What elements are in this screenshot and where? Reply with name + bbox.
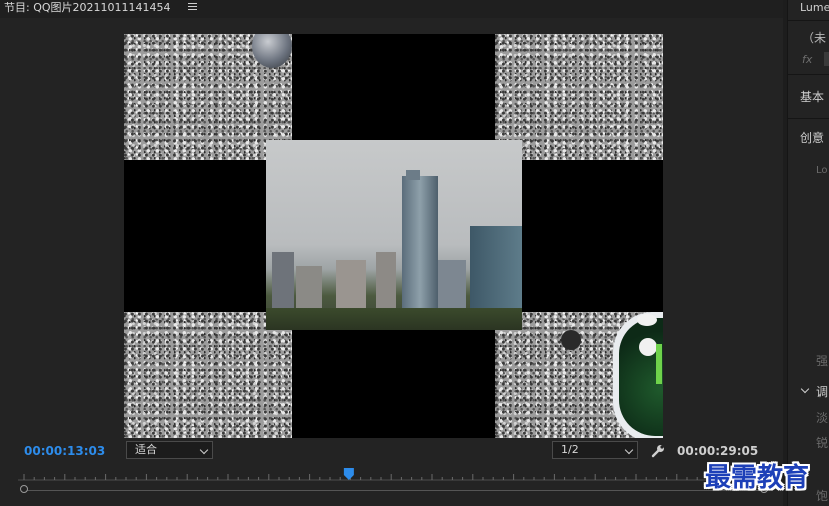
wrench-icon[interactable] bbox=[650, 443, 666, 459]
panel-header: 节目: QQ图片20211011141454 bbox=[0, 0, 783, 18]
video-viewer[interactable] bbox=[124, 34, 663, 438]
zoom-scrollbar-left-handle[interactable] bbox=[20, 485, 28, 493]
zoom-dropdown[interactable]: 适合 bbox=[126, 441, 213, 459]
sharpen-label: 锐 bbox=[816, 436, 829, 450]
panel-divider bbox=[788, 118, 829, 119]
fx-toggle-box[interactable] bbox=[824, 52, 829, 66]
zoom-scrollbar-track[interactable] bbox=[24, 490, 764, 491]
program-monitor-panel: 节目: QQ图片20211011141454 00:00:13:03 适合 1/… bbox=[0, 0, 783, 506]
section-basic-correction[interactable]: 基本 bbox=[800, 90, 824, 104]
resolution-value: 1/2 bbox=[561, 443, 579, 456]
time-ruler[interactable] bbox=[18, 466, 770, 484]
duration-timecode: 00:00:29:05 bbox=[677, 444, 759, 458]
intensity-label: 强 bbox=[816, 354, 829, 368]
lumetri-color-panel: Lume （未 fx 基本 创意 Lo 强 调 淡 锐 饱 bbox=[787, 0, 829, 506]
section-creative[interactable]: 创意 bbox=[800, 131, 824, 145]
panel-title[interactable]: 节目: QQ图片20211011141454 bbox=[4, 0, 171, 16]
resolution-dropdown[interactable]: 1/2 bbox=[552, 441, 638, 459]
dark-spot bbox=[561, 330, 581, 350]
device-led bbox=[656, 344, 662, 384]
tower-top bbox=[406, 170, 420, 180]
chevron-down-icon bbox=[624, 445, 634, 455]
zoom-value: 适合 bbox=[135, 443, 157, 456]
trees bbox=[266, 308, 522, 330]
granite-tile-bottom-right bbox=[495, 312, 663, 438]
clip-name: （未 bbox=[802, 31, 827, 45]
adjustments-section[interactable]: 调 bbox=[816, 385, 828, 399]
device-button bbox=[637, 314, 657, 326]
lumetri-panel-title[interactable]: Lume bbox=[800, 1, 829, 15]
faded-film-label: 淡 bbox=[816, 411, 829, 425]
playhead[interactable] bbox=[343, 468, 354, 480]
panel-divider bbox=[788, 74, 829, 75]
look-label: Lo bbox=[816, 165, 828, 176]
watermark-text: 最需教育 bbox=[705, 463, 810, 493]
lens-object bbox=[252, 34, 292, 68]
saturation-label: 饱 bbox=[816, 489, 829, 503]
granite-tile-bottom-left bbox=[124, 312, 292, 438]
chevron-down-icon bbox=[199, 445, 209, 455]
chevron-down-icon[interactable] bbox=[800, 384, 810, 394]
current-timecode[interactable]: 00:00:13:03 bbox=[24, 444, 105, 458]
fx-icon[interactable]: fx bbox=[802, 53, 812, 67]
tower-building bbox=[402, 176, 438, 326]
panel-divider bbox=[788, 20, 829, 21]
center-photo-tile bbox=[266, 140, 522, 330]
device-button bbox=[639, 338, 657, 356]
hamburger-icon[interactable] bbox=[188, 2, 198, 12]
